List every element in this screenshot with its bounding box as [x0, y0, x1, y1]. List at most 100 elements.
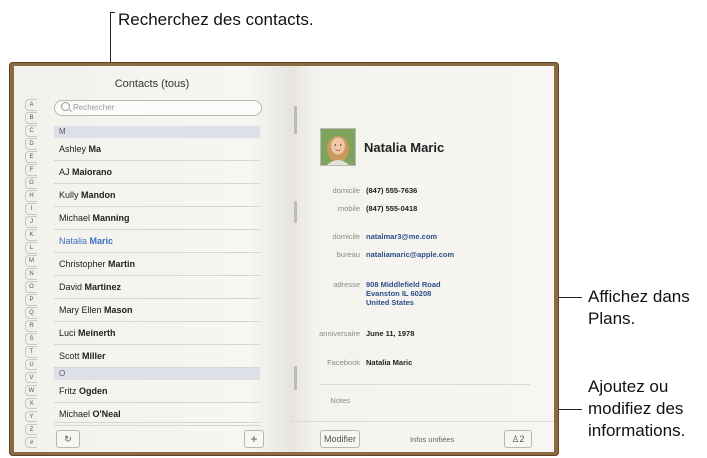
alphabet-index[interactable]: A B C D E F G H I J K L M N O P Q R S T U V W X Y Z # [25, 99, 37, 450]
add-contact-button[interactable]: + [244, 430, 264, 448]
page-binding-mark [294, 201, 297, 223]
work-email-label: bureau [336, 250, 360, 259]
index-letter[interactable]: # [25, 436, 37, 449]
address-line-1: 908 Middlefield Road [366, 280, 441, 289]
search-input[interactable]: Rechercher [54, 100, 262, 116]
contact-last-name: Meinerth [78, 328, 116, 338]
contacts-list-page: Contacts (tous) Rechercher ABCDEFGHIJKLM… [14, 66, 290, 452]
search-icon [61, 102, 70, 111]
callout-edit-line-2: modifiez des [588, 399, 684, 418]
index-letter[interactable]: X [25, 397, 37, 410]
contact-first-name: Natalia [59, 236, 88, 246]
mobile-phone-label: mobile [337, 204, 360, 213]
home-phone[interactable]: (847) 555-7636 [366, 186, 417, 195]
contact-row[interactable]: Fritz Ogden [54, 380, 260, 403]
mobile-phone[interactable]: (847) 555-0418 [366, 204, 417, 213]
contact-row[interactable]: David Martinez [54, 276, 260, 299]
index-letter[interactable]: G [25, 176, 37, 189]
address-line-2: Evanston IL 60208 [366, 289, 432, 298]
index-letter[interactable]: U [25, 358, 37, 371]
page-binding-mark [294, 366, 297, 390]
contact-last-name: O'Neal [92, 409, 121, 419]
contact-row[interactable]: AJ Maiorano [54, 161, 260, 184]
home-email[interactable]: natalmar3@me.com [366, 232, 437, 241]
contact-name: Natalia Maric [364, 140, 445, 155]
contact-photo[interactable] [320, 128, 356, 166]
modify-button[interactable]: Modifier [320, 430, 360, 448]
index-letter[interactable]: N [25, 267, 37, 280]
contact-first-name: Luci [59, 328, 76, 338]
contact-row[interactable]: Christopher Martin [54, 253, 260, 276]
contact-first-name: Fritz [59, 386, 77, 396]
contact-last-name: Miller [82, 351, 106, 361]
index-letter[interactable]: A [25, 99, 37, 111]
linked-count: 2 [519, 434, 525, 444]
index-letter[interactable]: L [25, 241, 37, 254]
work-email[interactable]: nataliamaric@apple.com [366, 250, 454, 259]
contact-last-name: Mason [104, 305, 133, 315]
divider [54, 422, 260, 423]
index-letter[interactable]: M [25, 254, 37, 267]
index-letter[interactable]: Q [25, 306, 37, 319]
index-letter[interactable]: Y [25, 410, 37, 423]
home-email-label: domicile [332, 232, 360, 241]
callout-search-line-tick [110, 12, 115, 13]
contact-last-name: Mandon [81, 190, 116, 200]
facebook-label: Facebook [327, 358, 360, 367]
index-letter[interactable]: R [25, 319, 37, 332]
birthday: June 11, 1978 [366, 329, 415, 338]
index-letter[interactable]: S [25, 332, 37, 345]
contact-row[interactable]: Michael Manning [54, 207, 260, 230]
contact-row[interactable]: Luci Meinerth [54, 322, 260, 345]
contact-first-name: Michael [59, 409, 91, 419]
callout-search: Recherchez des contacts. [118, 10, 314, 29]
refresh-button[interactable]: ↻ [56, 430, 80, 448]
contact-photo-image [321, 129, 355, 165]
contact-first-name: Kully [59, 190, 79, 200]
address[interactable]: 908 Middlefield Road Evanston IL 60208 U… [366, 280, 441, 307]
index-letter[interactable]: E [25, 150, 37, 163]
contact-row[interactable]: Natalia Maric [54, 230, 260, 253]
contact-first-name: David [59, 282, 83, 292]
facebook-profile[interactable]: Natalia Maric [366, 358, 412, 367]
address-label: adresse [333, 280, 360, 289]
contact-first-name: Ashley [59, 144, 87, 154]
index-letter[interactable]: W [25, 384, 37, 397]
index-letter[interactable]: J [25, 215, 37, 228]
index-letter[interactable]: V [25, 371, 37, 384]
contact-last-name: Manning [92, 213, 130, 223]
contact-last-name: Martin [108, 259, 136, 269]
refresh-icon: ↻ [64, 434, 72, 444]
contact-first-name: Christopher [59, 259, 106, 269]
index-letter[interactable]: D [25, 137, 37, 150]
contact-first-name: Mary Ellen [59, 305, 102, 315]
index-letter[interactable]: K [25, 228, 37, 241]
search-placeholder: Rechercher [73, 103, 115, 112]
index-letter[interactable]: C [25, 124, 37, 137]
notes-label[interactable]: Notes [294, 396, 350, 405]
page-title: Contacts (tous) [114, 78, 190, 90]
contact-last-name: Ma [88, 144, 102, 154]
address-line-3: United States [366, 298, 414, 307]
linked-contacts-button[interactable]: ♙2 [504, 430, 532, 448]
contact-row[interactable]: Scott Miller [54, 345, 260, 368]
contact-row[interactable]: Mary Ellen Mason [54, 299, 260, 322]
callout-edit-line-3: informations. [588, 421, 686, 440]
contact-detail-page: Natalia Maric domicile (847) 555-7636 mo… [290, 66, 554, 452]
section-header: O [54, 368, 260, 380]
callout-maps-line-2: Plans. [588, 309, 636, 328]
divider [320, 384, 530, 385]
index-letter[interactable]: H [25, 189, 37, 202]
contact-row[interactable]: Kully Mandon [54, 184, 260, 207]
index-letter[interactable]: F [25, 163, 37, 176]
contact-last-name: Ogden [79, 386, 108, 396]
index-letter[interactable]: O [25, 280, 37, 293]
index-letter[interactable]: I [25, 202, 37, 215]
index-letter[interactable]: P [25, 293, 37, 306]
contact-row[interactable]: Ashley Ma [54, 138, 260, 161]
index-letter[interactable]: Z [25, 423, 37, 436]
section-header: M [54, 126, 260, 138]
index-letter[interactable]: B [25, 111, 37, 124]
callout-maps: Affichez dans Plans. [588, 286, 690, 330]
index-letter[interactable]: T [25, 345, 37, 358]
